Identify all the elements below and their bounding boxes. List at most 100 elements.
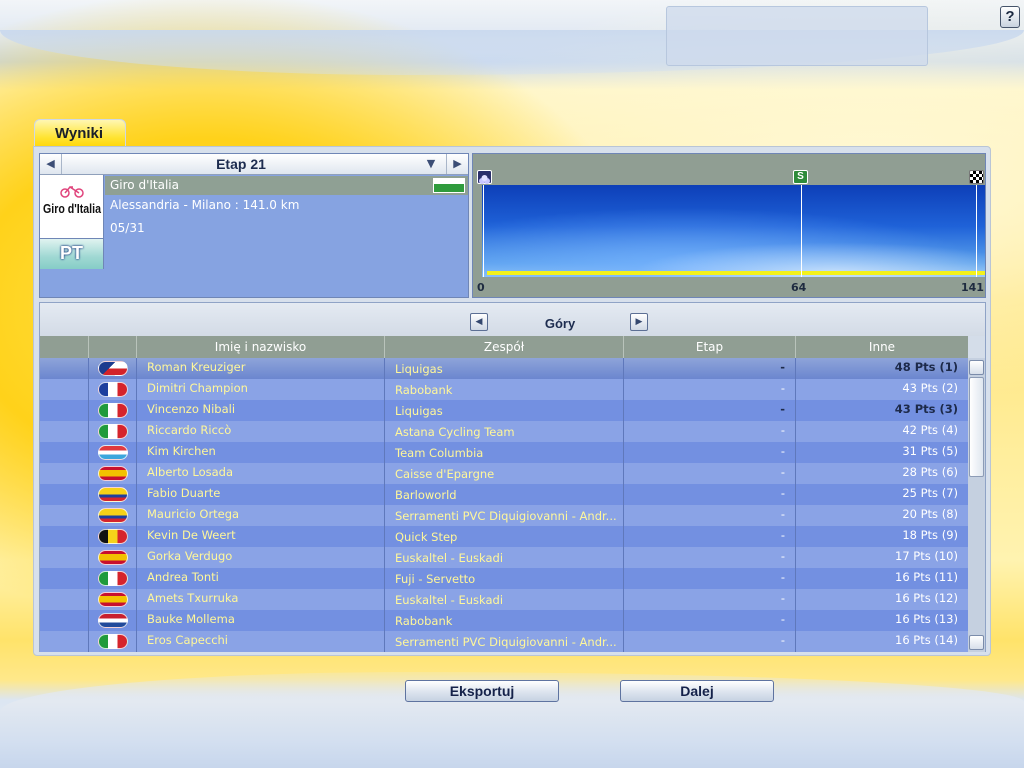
flag-cell	[88, 631, 136, 652]
table-row[interactable]: Andrea Tonti Fuji - Servetto -16 Pts (11)	[40, 568, 968, 589]
country-flag-icon	[433, 178, 465, 193]
rank-cell	[40, 631, 88, 652]
stage-result: -	[623, 526, 795, 547]
stage-next-button[interactable]: ▶	[446, 154, 468, 174]
stage-result: -	[623, 421, 795, 442]
points-result: 17 Pts (10)	[795, 547, 968, 568]
info-box	[666, 6, 928, 66]
team-name: Caisse d'Epargne	[384, 463, 623, 484]
header-rank[interactable]	[40, 336, 88, 358]
team-name: Liquigas	[384, 400, 623, 421]
table-row[interactable]: Roman Kreuziger Liquigas -48 Pts (1)	[40, 358, 968, 379]
classification-prev-button[interactable]: ◀	[470, 313, 488, 331]
stage-result: -	[623, 442, 795, 463]
next-button[interactable]: Dalej	[620, 680, 774, 702]
header-team[interactable]: Zespół	[384, 336, 623, 358]
rank-cell	[40, 568, 88, 589]
rank-cell	[40, 526, 88, 547]
points-result: 16 Pts (13)	[795, 610, 968, 631]
country-flag-icon	[98, 403, 128, 418]
rider-name: Dimitri Champion	[136, 379, 384, 400]
race-name-bar: Giro d'Italia	[105, 176, 468, 195]
logo-text: Giro d'Italia	[43, 201, 102, 216]
stage-result: -	[623, 484, 795, 505]
table-row[interactable]: Kim Kirchen Team Columbia -31 Pts (5)	[40, 442, 968, 463]
rider-name: Bauke Mollema	[136, 610, 384, 631]
header-name[interactable]: Imię i nazwisko	[136, 336, 384, 358]
table-row[interactable]: Alberto Losada Caisse d'Epargne -28 Pts (6…	[40, 463, 968, 484]
country-flag-icon	[98, 445, 128, 460]
table-row[interactable]: Kevin De Weert Quick Step -18 Pts (9)	[40, 526, 968, 547]
table-row[interactable]: Bauke Mollema Rabobank -16 Pts (13)	[40, 610, 968, 631]
flag-cell	[88, 526, 136, 547]
team-name: Serramenti PVC Diquigiovanni - Andr...	[384, 631, 623, 652]
profile-route-line	[487, 271, 985, 275]
stage-dropdown-icon[interactable]: ▼	[420, 154, 442, 174]
export-button[interactable]: Eksportuj	[405, 680, 559, 702]
flag-cell	[88, 379, 136, 400]
flag-cell	[88, 568, 136, 589]
flag-cell	[88, 547, 136, 568]
table-row[interactable]: Dimitri Champion Rabobank -43 Pts (2)	[40, 379, 968, 400]
header-other[interactable]: Inne	[795, 336, 968, 358]
country-flag-icon	[98, 361, 128, 376]
table-row[interactable]: Eros Capecchi Serramenti PVC Diquigiovan…	[40, 631, 968, 652]
classification-selector: ◀ Góry ▶	[40, 303, 985, 336]
header-stage[interactable]: Etap	[623, 336, 795, 358]
stage-title[interactable]: Etap 21	[62, 154, 420, 174]
scrollbar[interactable]	[968, 358, 985, 652]
rank-cell	[40, 442, 88, 463]
table-header: Imię i nazwisko Zespół Etap Inne	[40, 336, 968, 358]
km-finish: 141	[961, 281, 984, 294]
sprint-marker	[801, 185, 802, 277]
team-name: Astana Cycling Team	[384, 421, 623, 442]
rank-cell	[40, 505, 88, 526]
table-row[interactable]: Mauricio Ortega Serramenti PVC Diquigiov…	[40, 505, 968, 526]
flag-cell	[88, 400, 136, 421]
stage-info: ◀ Etap 21 ▼ ▶ Giro d'Italia PT Giro d'It…	[39, 153, 469, 298]
rank-cell	[40, 400, 88, 421]
header-flag[interactable]	[88, 336, 136, 358]
flag-cell	[88, 484, 136, 505]
table-row[interactable]: Vincenzo Nibali Liquigas -43 Pts (3)	[40, 400, 968, 421]
points-result: 20 Pts (8)	[795, 505, 968, 526]
team-name: Euskaltel - Euskadi	[384, 547, 623, 568]
points-result: 42 Pts (4)	[795, 421, 968, 442]
km-sprint: 64	[791, 281, 807, 294]
rider-name: Mauricio Ortega	[136, 505, 384, 526]
points-result: 25 Pts (7)	[795, 484, 968, 505]
points-result: 16 Pts (11)	[795, 568, 968, 589]
points-result: 48 Pts (1)	[795, 358, 968, 379]
team-name: Liquigas	[384, 358, 623, 379]
team-name: Quick Step	[384, 526, 623, 547]
points-result: 43 Pts (3)	[795, 400, 968, 421]
table-row[interactable]: Riccardo Riccò Astana Cycling Team -42 Pts…	[40, 421, 968, 442]
rider-name: Kim Kirchen	[136, 442, 384, 463]
country-flag-icon	[98, 529, 128, 544]
table-row[interactable]: Fabio Duarte Barloworld -25 Pts (7)	[40, 484, 968, 505]
rider-name: Riccardo Riccò	[136, 421, 384, 442]
stage-date: 05/31	[110, 221, 145, 235]
rank-cell	[40, 547, 88, 568]
stage-selector: ◀ Etap 21 ▼ ▶	[40, 154, 468, 175]
tab-results[interactable]: Wyniki	[34, 119, 126, 149]
standings-panel: ◀ Góry ▶ Imię i nazwisko Zespół Etap Inn…	[39, 302, 986, 652]
help-button[interactable]: ?	[1000, 6, 1020, 28]
sprint-icon: S	[793, 170, 808, 184]
flag-cell	[88, 442, 136, 463]
table-row[interactable]: Amets Txurruka Euskaltel - Euskadi -16 Pts…	[40, 589, 968, 610]
finish-marker	[976, 185, 977, 277]
rank-cell	[40, 421, 88, 442]
stage-profile: S 0 64 141	[472, 153, 986, 298]
start-marker	[483, 185, 484, 277]
points-result: 18 Pts (9)	[795, 526, 968, 547]
team-name: Euskaltel - Euskadi	[384, 589, 623, 610]
table-row[interactable]: Gorka Verdugo Euskaltel - Euskadi -17 Pts …	[40, 547, 968, 568]
rider-name: Gorka Verdugo	[136, 547, 384, 568]
race-name: Giro d'Italia	[110, 178, 179, 192]
stage-prev-button[interactable]: ◀	[40, 154, 62, 174]
scroll-down-button[interactable]	[969, 635, 984, 650]
scroll-up-button[interactable]	[969, 360, 984, 375]
classification-next-button[interactable]: ▶	[630, 313, 648, 331]
scrollbar-thumb[interactable]	[969, 377, 984, 477]
